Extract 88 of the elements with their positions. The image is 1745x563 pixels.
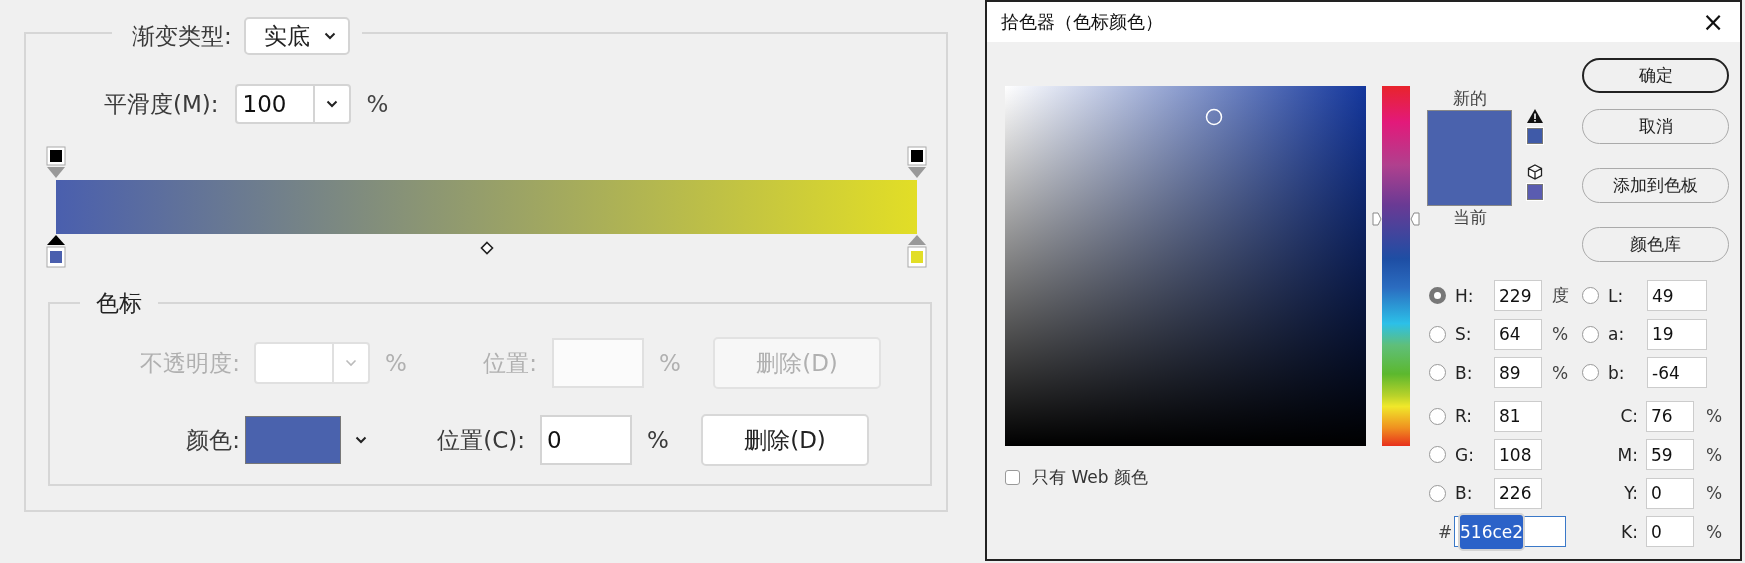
dialog-button[interactable]: 取消 bbox=[1582, 109, 1729, 144]
smoothness-label: 平滑度(M): bbox=[104, 89, 219, 119]
dialog-title: 拾色器（色标颜色） bbox=[1001, 10, 1163, 34]
caret-icon bbox=[325, 100, 338, 108]
color-swatch[interactable] bbox=[245, 416, 341, 464]
radio-button[interactable] bbox=[1429, 484, 1446, 502]
value-field[interactable]: -64 bbox=[1647, 357, 1707, 388]
gradient-type-dropdown[interactable]: 实底 bbox=[243, 17, 350, 55]
value-field[interactable]: 108 bbox=[1494, 439, 1542, 470]
value-field[interactable]: 76 bbox=[1646, 400, 1694, 432]
value-field[interactable]: 19 bbox=[1647, 318, 1707, 350]
caret-icon bbox=[323, 32, 336, 40]
radio-button[interactable] bbox=[1429, 407, 1446, 425]
value-field[interactable]: 0 bbox=[1646, 477, 1694, 509]
unit-label: % bbox=[1706, 483, 1724, 503]
dialog-button[interactable]: 颜色库 bbox=[1582, 227, 1729, 262]
color-stop[interactable] bbox=[46, 234, 66, 268]
field-label: R: bbox=[1455, 406, 1474, 426]
current-color-label: 当前 bbox=[1452, 206, 1487, 229]
field-label: C: bbox=[1619, 406, 1639, 426]
field-label: b: bbox=[1608, 362, 1626, 383]
radio-button[interactable] bbox=[1582, 287, 1599, 304]
cube-icon[interactable] bbox=[1527, 164, 1543, 180]
location-field[interactable]: 0 bbox=[540, 415, 632, 465]
caret-icon bbox=[345, 359, 357, 367]
value-field[interactable]: 226 bbox=[1494, 477, 1542, 509]
unit-label: % bbox=[659, 350, 682, 376]
unit-label: % bbox=[366, 91, 389, 117]
value-field[interactable]: 0 bbox=[1646, 516, 1694, 547]
radio-button[interactable] bbox=[1429, 325, 1446, 343]
field-label: B: bbox=[1455, 483, 1474, 503]
unit-label: 度 bbox=[1552, 284, 1570, 307]
web-colors-label: 只有 Web 颜色 bbox=[1032, 466, 1148, 489]
radio-button[interactable] bbox=[1429, 287, 1446, 304]
value-field[interactable]: 229 bbox=[1494, 280, 1542, 311]
unit-label: % bbox=[1706, 521, 1724, 542]
web-safe-color-swatch[interactable] bbox=[1527, 184, 1543, 200]
color-picker-ring[interactable] bbox=[1205, 108, 1223, 126]
gamut-color-swatch[interactable] bbox=[1527, 128, 1543, 144]
field-label: Y: bbox=[1623, 483, 1639, 503]
web-colors-checkbox[interactable] bbox=[1005, 470, 1020, 485]
radio-button[interactable] bbox=[1582, 325, 1599, 343]
color-label: 颜色: bbox=[185, 425, 240, 455]
dialog-button[interactable]: 添加到色板 bbox=[1582, 168, 1729, 203]
unit-label: % bbox=[1706, 406, 1724, 426]
unit-label: % bbox=[385, 350, 408, 376]
opacity-stop[interactable] bbox=[907, 146, 927, 180]
opacity-label: 不透明度: bbox=[139, 348, 240, 378]
midpoint-diamond[interactable] bbox=[479, 241, 494, 255]
color-stop[interactable] bbox=[907, 234, 927, 268]
dialog-button[interactable]: 确定 bbox=[1582, 58, 1729, 93]
close-button[interactable]: × bbox=[1698, 9, 1728, 35]
hex-label: # bbox=[1438, 521, 1454, 542]
value-field[interactable]: 59 bbox=[1646, 439, 1694, 470]
value-field[interactable]: 49 bbox=[1647, 280, 1707, 311]
location-field[interactable] bbox=[552, 338, 644, 388]
value-field[interactable]: 89 bbox=[1494, 357, 1542, 388]
field-label: G: bbox=[1455, 444, 1475, 465]
hue-slider-handle[interactable] bbox=[1372, 212, 1420, 227]
field-label: K: bbox=[1620, 521, 1639, 542]
warning-icon[interactable] bbox=[1526, 108, 1544, 124]
location-label: 位置: bbox=[482, 348, 537, 378]
smoothness-combo[interactable]: 100 bbox=[234, 84, 351, 124]
gradient-type-label: 渐变类型: bbox=[132, 21, 232, 51]
current-color-swatch[interactable] bbox=[1427, 158, 1512, 206]
field-label: L: bbox=[1608, 285, 1625, 306]
field-label: H: bbox=[1455, 285, 1475, 306]
value-field[interactable]: 81 bbox=[1494, 400, 1542, 432]
opacity-stop[interactable] bbox=[46, 146, 66, 180]
gradient-bar[interactable] bbox=[56, 180, 917, 234]
field-label: S: bbox=[1455, 324, 1473, 344]
field-label: B: bbox=[1455, 362, 1474, 383]
radio-button[interactable] bbox=[1582, 364, 1599, 381]
radio-button[interactable] bbox=[1429, 364, 1446, 381]
field-label: a: bbox=[1608, 324, 1626, 344]
color-field[interactable] bbox=[1005, 86, 1366, 446]
location-label: 位置(C): bbox=[436, 425, 525, 455]
unit-label: % bbox=[1706, 444, 1724, 465]
caret-icon bbox=[355, 436, 367, 444]
hue-slider[interactable] bbox=[1372, 86, 1420, 446]
unit-label: % bbox=[1552, 362, 1570, 383]
delete-button[interactable]: 删除(D) bbox=[701, 414, 869, 466]
field-label: M: bbox=[1616, 444, 1639, 465]
value-field[interactable]: 64 bbox=[1494, 318, 1542, 350]
new-color-label: 新的 bbox=[1452, 87, 1487, 110]
unit-label: % bbox=[647, 427, 670, 453]
radio-button[interactable] bbox=[1429, 446, 1446, 463]
unit-label: % bbox=[1552, 324, 1570, 344]
